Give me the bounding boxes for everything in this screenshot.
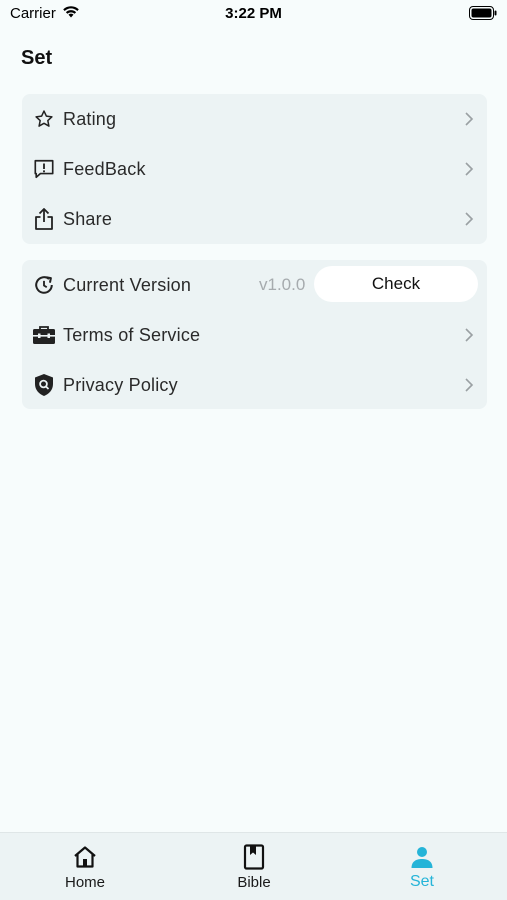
status-time: 3:22 PM [225, 5, 282, 22]
tab-set[interactable]: Set [362, 833, 482, 900]
book-icon [241, 844, 267, 870]
rating-label: Rating [63, 108, 117, 129]
privacy-policy-label: Privacy Policy [63, 374, 178, 395]
version-value: v1.0.0 [259, 275, 306, 294]
version-check-icon [32, 273, 56, 297]
chevron-right-icon [463, 111, 475, 127]
about-settings-card: Current Version v1.0.0 Check Terms of Se… [22, 260, 487, 409]
share-row[interactable]: Share [22, 199, 487, 239]
home-icon [72, 844, 98, 870]
chevron-right-icon [463, 377, 475, 393]
feedback-icon [32, 157, 56, 181]
tab-bible[interactable]: Bible [194, 833, 314, 900]
terms-of-service-label: Terms of Service [63, 324, 201, 345]
tab-bible-label: Bible [237, 874, 271, 891]
page-title: Set [21, 47, 53, 69]
chevron-right-icon [463, 161, 475, 177]
general-settings-card: Rating FeedBack Share [22, 94, 487, 244]
chevron-right-icon [463, 327, 475, 343]
feedback-label: FeedBack [63, 158, 146, 179]
share-label: Share [63, 208, 113, 229]
terms-of-service-row[interactable]: Terms of Service [22, 315, 487, 355]
tab-set-label: Set [409, 873, 434, 890]
feedback-row[interactable]: FeedBack [22, 149, 487, 189]
check-update-button[interactable]: Check [314, 266, 478, 302]
user-icon [409, 844, 435, 870]
current-version-label: Current Version [63, 274, 192, 295]
tab-home[interactable]: Home [25, 833, 145, 900]
privacy-policy-row[interactable]: Privacy Policy [22, 365, 487, 405]
shield-icon [32, 373, 56, 397]
battery-icon [469, 6, 497, 24]
star-icon [32, 107, 56, 131]
briefcase-icon [32, 323, 56, 347]
chevron-right-icon [463, 211, 475, 227]
rating-row[interactable]: Rating [22, 99, 487, 139]
tab-bar: Home Bible Set [0, 832, 507, 900]
share-icon [32, 207, 56, 231]
status-bar: Carrier 3:22 PM [0, 0, 507, 28]
tab-home-label: Home [64, 874, 105, 891]
